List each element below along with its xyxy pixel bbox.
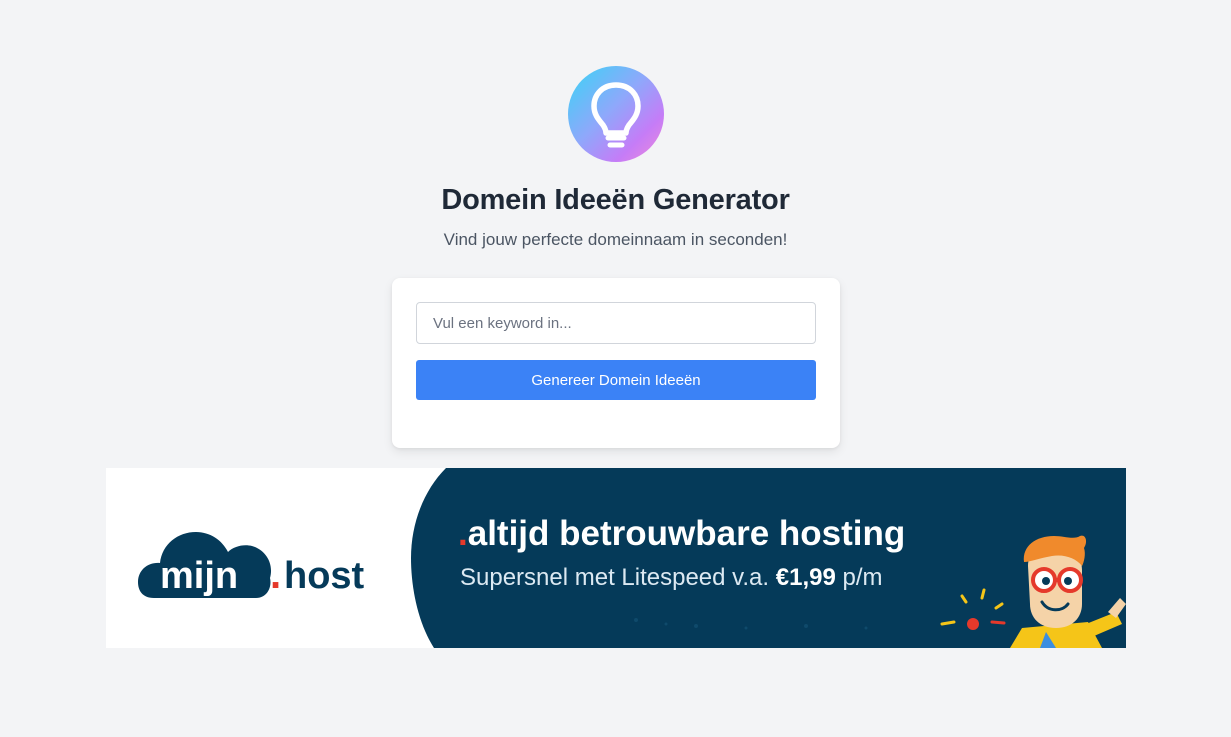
ad-brand-logo: mijn . host [138,516,388,611]
ad-brand-name: mijn [160,555,238,597]
generate-button[interactable]: Genereer Domein Ideeën [416,360,816,400]
lightbulb-icon [591,82,641,148]
keyword-input[interactable] [416,302,816,344]
app-logo [568,66,664,162]
ad-tagline-prefix: Supersnel met Litespeed v.a. [460,564,770,591]
ad-banner[interactable]: mijn . host .altijd betrouwbare hosting … [106,468,1126,648]
ad-tagline: Supersnel met Litespeed v.a. €1,99 p/m [460,564,883,592]
ad-headline-dot: . [458,514,468,553]
ad-headline: .altijd betrouwbare hosting [458,514,905,554]
page: Domein Ideeën Generator Vind jouw perfec… [0,0,1231,737]
nerd-mascot-icon [940,535,1126,648]
generator-card: Genereer Domein Ideeën [392,278,840,448]
ad-brand-dot: . [270,553,281,597]
ad-brand-suffix: host [284,555,365,597]
page-subtitle: Vind jouw perfecte domeinnaam in seconde… [443,230,788,249]
page-title: Domein Ideeën Generator [441,184,790,216]
ad-tagline-price: €1,99 [775,564,836,591]
ad-tagline-suffix: p/m [842,564,883,591]
ad-headline-text: altijd betrouwbare hosting [467,514,906,553]
